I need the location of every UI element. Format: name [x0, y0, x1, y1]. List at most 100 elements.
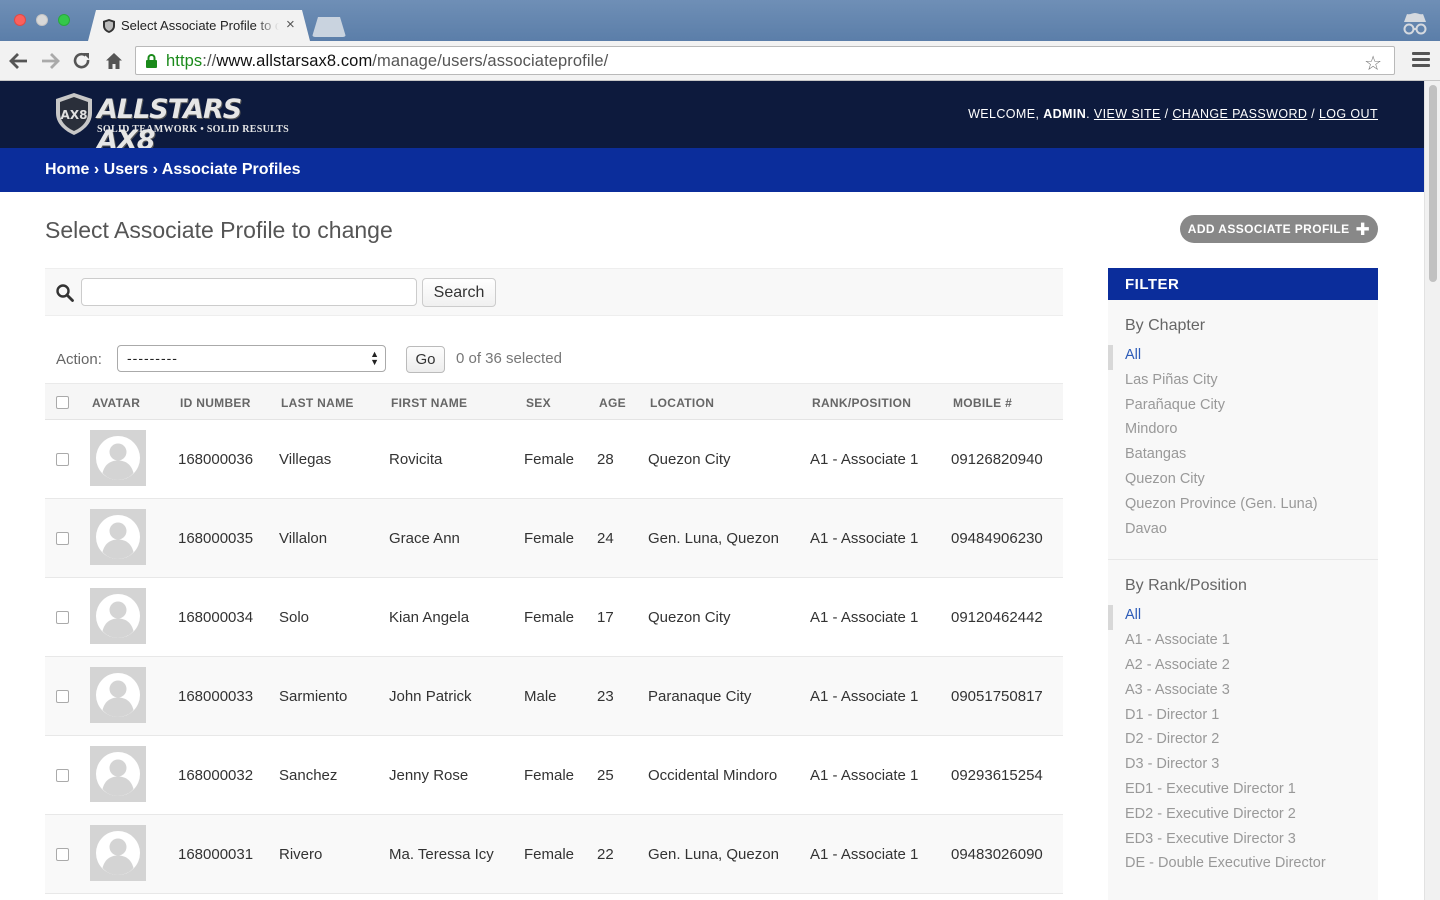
column-header-id-number[interactable]: ID NUMBER	[180, 396, 251, 410]
column-header-last-name[interactable]: LAST NAME	[281, 396, 354, 410]
breadcrumb-current: Associate Profiles	[161, 161, 301, 178]
window-minimize-button[interactable]	[36, 14, 48, 26]
cell-age: 23	[597, 688, 614, 705]
cell-location: Paranaque City	[648, 688, 752, 705]
go-button[interactable]: Go	[406, 346, 445, 373]
column-header-avatar[interactable]: AVATAR	[92, 396, 140, 410]
cell-mobile: 09120462442	[951, 609, 1043, 626]
selection-counter: 0 of 36 selected	[456, 350, 562, 367]
cell-age: 25	[597, 767, 614, 784]
cell-id-number[interactable]: 168000034	[178, 609, 253, 626]
breadcrumb-home[interactable]: Home	[45, 161, 89, 178]
filter-option[interactable]: ED2 - Executive Director 2	[1108, 804, 1378, 829]
filter-options: All Las Piñas City Parañaque City Mindoro Ba…	[1108, 345, 1378, 553]
cell-last-name: Rivero	[279, 846, 323, 863]
user-silhouette-icon[interactable]	[90, 588, 146, 644]
new-tab-button[interactable]	[312, 17, 346, 37]
filter-sidebar: FILTER By Chapter All Las Piñas City Paraña…	[1108, 268, 1378, 900]
filter-option[interactable]: Parañaque City	[1108, 395, 1378, 420]
window-maximize-button[interactable]	[58, 14, 70, 26]
user-silhouette-icon[interactable]	[90, 746, 146, 802]
cell-id-number[interactable]: 168000035	[178, 530, 253, 547]
row-checkbox[interactable]	[56, 848, 69, 861]
column-header-mobile[interactable]: MOBILE #	[953, 396, 1012, 410]
filter-option[interactable]: A3 - Associate 3	[1108, 680, 1378, 705]
hamburger-menu-icon[interactable]	[1412, 52, 1430, 68]
filter-option[interactable]: Davao	[1108, 519, 1378, 544]
row-checkbox[interactable]	[56, 769, 69, 782]
cell-id-number[interactable]: 168000031	[178, 846, 253, 863]
browser-tab-active[interactable]: Select Associate Profile to change | All…	[88, 10, 310, 41]
reload-icon[interactable]	[71, 50, 93, 72]
filter-option[interactable]: Quezon Province (Gen. Luna)	[1108, 494, 1378, 519]
filter-option[interactable]: D3 - Director 3	[1108, 754, 1378, 779]
column-header-rank-position[interactable]: RANK/POSITION	[812, 396, 911, 410]
cell-first-name: Rovicita	[389, 451, 443, 468]
row-checkbox[interactable]	[56, 611, 69, 624]
change-password-link[interactable]: CHANGE PASSWORD	[1172, 107, 1307, 121]
column-header-first-name[interactable]: FIRST NAME	[391, 396, 467, 410]
cell-rank-position: A1 - Associate 1	[810, 530, 919, 547]
cell-id-number[interactable]: 168000033	[178, 688, 253, 705]
user-silhouette-icon[interactable]	[90, 825, 146, 881]
filter-option[interactable]: ED1 - Executive Director 1	[1108, 779, 1378, 804]
table-row: 168000033 Sarmiento John Patrick Male 23 Para…	[45, 657, 1063, 736]
filter-option[interactable]: Las Piñas City	[1108, 370, 1378, 395]
filter-option[interactable]: All	[1108, 605, 1378, 631]
forward-arrow-icon[interactable]	[39, 50, 61, 72]
filter-option[interactable]: D1 - Director 1	[1108, 705, 1378, 730]
filter-option[interactable]: ED3 - Executive Director 3	[1108, 829, 1378, 854]
filter-group: By Chapter All Las Piñas City Parañaque Cit…	[1108, 300, 1378, 561]
view-site-link[interactable]: VIEW SITE	[1094, 107, 1161, 121]
breadcrumb-users[interactable]: Users	[104, 161, 148, 178]
username: ADMIN	[1043, 107, 1087, 121]
cell-rank-position: A1 - Associate 1	[810, 451, 919, 468]
filter-option[interactable]: Quezon City	[1108, 469, 1378, 494]
user-silhouette-icon[interactable]	[90, 430, 146, 486]
scrollbar-thumb[interactable]	[1429, 85, 1437, 282]
column-header-age[interactable]: AGE	[599, 396, 626, 410]
filter-option[interactable]: DE - Double Executive Director	[1108, 853, 1378, 878]
select-arrows-icon: ▲ ▼	[370, 349, 380, 367]
cell-sex: Female	[524, 609, 575, 626]
filter-option[interactable]: A2 - Associate 2	[1108, 655, 1378, 680]
star-icon[interactable]: ☆	[1364, 51, 1382, 76]
select-all-checkbox[interactable]	[56, 396, 69, 409]
user-silhouette-icon[interactable]	[90, 509, 146, 565]
user-silhouette-icon[interactable]	[90, 667, 146, 723]
add-associate-profile-button[interactable]: ADD ASSOCIATE PROFILE ✚	[1180, 215, 1378, 243]
filter-option[interactable]: Batangas	[1108, 444, 1378, 469]
filter-group-title: By Chapter	[1125, 317, 1206, 334]
search-button[interactable]: Search	[422, 278, 496, 307]
page-scrollbar[interactable]	[1424, 81, 1440, 900]
column-header-location[interactable]: LOCATION	[650, 396, 714, 410]
filter-option[interactable]: All	[1108, 345, 1378, 370]
url-host: www.allstarsax8.com	[216, 52, 373, 70]
cell-id-number[interactable]: 168000036	[178, 451, 253, 468]
home-icon[interactable]	[103, 50, 125, 72]
filter-options: All A1 - Associate 1 A2 - Associate 2 A3 - …	[1108, 605, 1378, 888]
filter-option[interactable]: D2 - Director 2	[1108, 729, 1378, 754]
tab-close-icon[interactable]: ×	[286, 16, 295, 33]
column-header-sex[interactable]: SEX	[526, 396, 551, 410]
action-select[interactable]: --------- ▲ ▼	[117, 345, 386, 372]
brand-logo[interactable]: AX8 ALLSTARS AX8 SOLID TEAMWORK • SOLID …	[55, 91, 289, 156]
cell-last-name: Villalon	[279, 530, 328, 547]
filter-groups: By Chapter All Las Piñas City Parañaque Cit…	[1108, 300, 1378, 888]
filter-option[interactable]: Mindoro	[1108, 419, 1378, 444]
action-select-value: ---------	[127, 350, 178, 366]
row-checkbox[interactable]	[56, 690, 69, 703]
row-checkbox[interactable]	[56, 532, 69, 545]
brand-tagline: SOLID TEAMWORK • SOLID RESULTS	[97, 124, 290, 135]
cell-first-name: Kian Angela	[389, 609, 470, 626]
back-arrow-icon[interactable]	[8, 50, 30, 72]
cell-sex: Female	[524, 767, 575, 784]
log-out-link[interactable]: LOG OUT	[1319, 107, 1378, 121]
cell-rank-position: A1 - Associate 1	[810, 609, 919, 626]
search-input[interactable]	[81, 278, 417, 306]
filter-option[interactable]: A1 - Associate 1	[1108, 630, 1378, 655]
cell-id-number[interactable]: 168000032	[178, 767, 253, 784]
window-close-button[interactable]	[14, 14, 26, 26]
address-bar[interactable]: https://www.allstarsax8.com/manage/users…	[135, 46, 1395, 75]
row-checkbox[interactable]	[56, 453, 69, 466]
